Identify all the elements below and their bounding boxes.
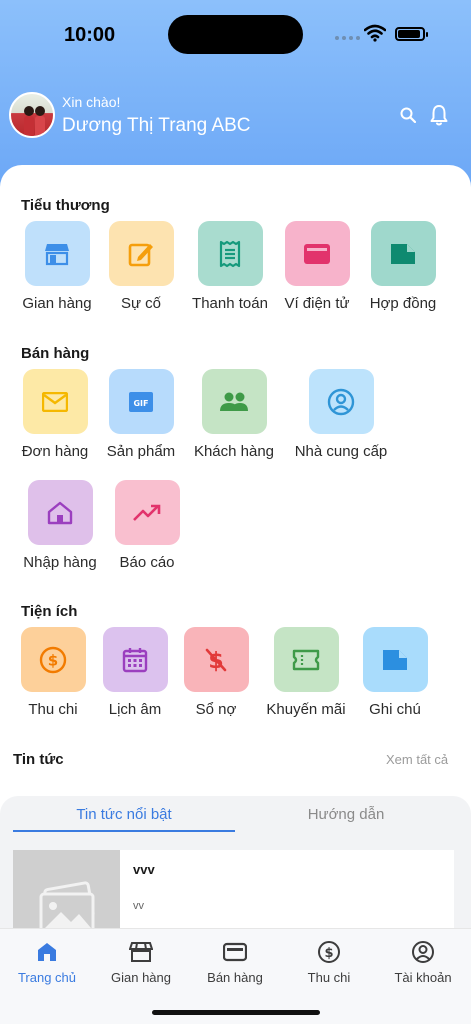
- tile-label: Hợp đồng: [369, 295, 437, 312]
- dollar-circle-icon: $: [282, 939, 376, 965]
- tile-bao-cao[interactable]: Báo cáo: [109, 480, 185, 571]
- home-icon: [0, 939, 94, 965]
- section-title-ban-hang: Bán hàng: [21, 345, 90, 362]
- wallet-icon: [188, 939, 282, 965]
- tile-label: Lịch âm: [108, 701, 162, 718]
- nav-label: Tài khoản: [394, 970, 452, 985]
- nav-label: Thu chi: [307, 970, 351, 985]
- tile-label: Nhập hàng: [23, 554, 97, 571]
- search-icon[interactable]: [400, 107, 416, 123]
- see-all-link[interactable]: Xem tất cả: [386, 752, 448, 767]
- wifi-icon: [364, 24, 386, 42]
- svg-text:GIF: GIF: [133, 399, 148, 408]
- tile-khuyen-mai[interactable]: Khuyến mãi: [261, 627, 351, 718]
- tile-gian-hang[interactable]: Gian hàng: [16, 221, 98, 312]
- receipt-icon: [197, 221, 263, 286]
- ticket-icon: [273, 627, 339, 692]
- tile-don-hang[interactable]: Đơn hàng: [17, 369, 93, 460]
- greeting-header: Xin chào! Dương Thị Trang ABC: [9, 92, 464, 140]
- nav-item-account[interactable]: Tài khoản: [376, 939, 470, 985]
- cellular-signal-icon: [335, 36, 360, 40]
- gif-icon: GIF: [108, 369, 174, 434]
- store-icon: [94, 939, 188, 965]
- document-icon: [370, 221, 436, 286]
- tile-label: Khuyến mãi: [266, 701, 346, 718]
- tile-label: Sổ nợ: [195, 701, 237, 718]
- news-item-title: vvv: [133, 862, 155, 877]
- active-tab-indicator: [13, 830, 235, 832]
- nav-item-store[interactable]: Gian hàng: [94, 939, 188, 985]
- trending-up-icon: [114, 480, 180, 545]
- dynamic-island: [168, 15, 303, 54]
- tile-su-co[interactable]: Sự cố: [103, 221, 179, 312]
- user-name: Dương Thị Trang ABC: [62, 115, 251, 136]
- mail-icon: [22, 369, 88, 434]
- tile-san-pham[interactable]: GIF Sản phẩm: [103, 369, 179, 460]
- nav-item-home[interactable]: Trang chủ: [0, 939, 94, 985]
- tile-label: Ghi chú: [369, 701, 421, 718]
- tab-featured-news[interactable]: Tin tức nổi bật: [13, 806, 235, 823]
- tile-nha-cung-cap[interactable]: Nhà cung cấp: [287, 369, 395, 460]
- user-circle-icon: [308, 369, 374, 434]
- tile-label: Nhà cung cấp: [294, 443, 388, 460]
- edit-icon: [108, 221, 174, 286]
- tile-label: Sản phẩm: [106, 443, 176, 460]
- tile-label: Báo cáo: [119, 554, 175, 571]
- tile-label: Khách hàng: [193, 443, 275, 460]
- tile-thanh-toan[interactable]: Thanh toán: [188, 221, 272, 312]
- status-time: 10:00: [64, 24, 116, 46]
- nav-label: Bán hàng: [207, 970, 263, 985]
- home-indicator: [152, 1010, 320, 1015]
- tile-hop-dong[interactable]: Hợp đồng: [363, 221, 443, 312]
- nav-label: Gian hàng: [111, 970, 171, 985]
- news-list-item[interactable]: vvv vv: [13, 850, 454, 940]
- tile-label: Đơn hàng: [21, 443, 89, 460]
- avatar[interactable]: [9, 92, 55, 138]
- tile-ghi-chu[interactable]: Ghi chú: [357, 627, 433, 718]
- calendar-icon: [102, 627, 168, 692]
- section-title-tien-ich: Tiện ích: [21, 603, 78, 620]
- tile-vi-dien-tu[interactable]: Ví điện tử: [280, 221, 354, 312]
- news-item-subtitle: vv: [133, 900, 144, 912]
- greeting-text: Xin chào!: [62, 94, 121, 110]
- tile-khach-hang[interactable]: Khách hàng: [191, 369, 277, 460]
- status-bar: 10:00: [0, 0, 471, 60]
- store-icon: [24, 221, 90, 286]
- people-icon: [201, 369, 267, 434]
- nav-item-income-expense[interactable]: $ Thu chi: [282, 939, 376, 985]
- wallet-icon: [284, 221, 350, 286]
- tile-label: Sự cố: [120, 295, 162, 312]
- svg-text:$: $: [48, 651, 58, 669]
- tile-label: Ví điện tử: [284, 295, 350, 312]
- tile-thu-chi[interactable]: $ Thu chi: [15, 627, 91, 718]
- tile-nhap-hang[interactable]: Nhập hàng: [16, 480, 104, 571]
- tile-so-no[interactable]: $ Sổ nợ: [178, 627, 254, 718]
- bell-icon[interactable]: [430, 104, 448, 126]
- tab-guide[interactable]: Hướng dẫn: [235, 806, 457, 823]
- tile-label: Gian hàng: [22, 295, 92, 312]
- nav-item-sales[interactable]: Bán hàng: [188, 939, 282, 985]
- nav-label: Trang chủ: [17, 970, 77, 985]
- image-placeholder-icon: [13, 850, 120, 940]
- tile-label: Thu chi: [28, 701, 78, 718]
- section-title-tieu-thuong: Tiểu thương: [21, 197, 110, 214]
- tile-lich-am[interactable]: Lịch âm: [97, 627, 173, 718]
- news-section-title: Tin tức: [13, 751, 64, 768]
- home-icon: [27, 480, 93, 545]
- money-off-icon: $: [183, 627, 249, 692]
- svg-text:$: $: [324, 946, 333, 961]
- account-icon: [376, 939, 470, 965]
- dollar-circle-icon: $: [20, 627, 86, 692]
- tile-label: Thanh toán: [192, 295, 268, 312]
- note-icon: [362, 627, 428, 692]
- battery-icon: [395, 27, 428, 41]
